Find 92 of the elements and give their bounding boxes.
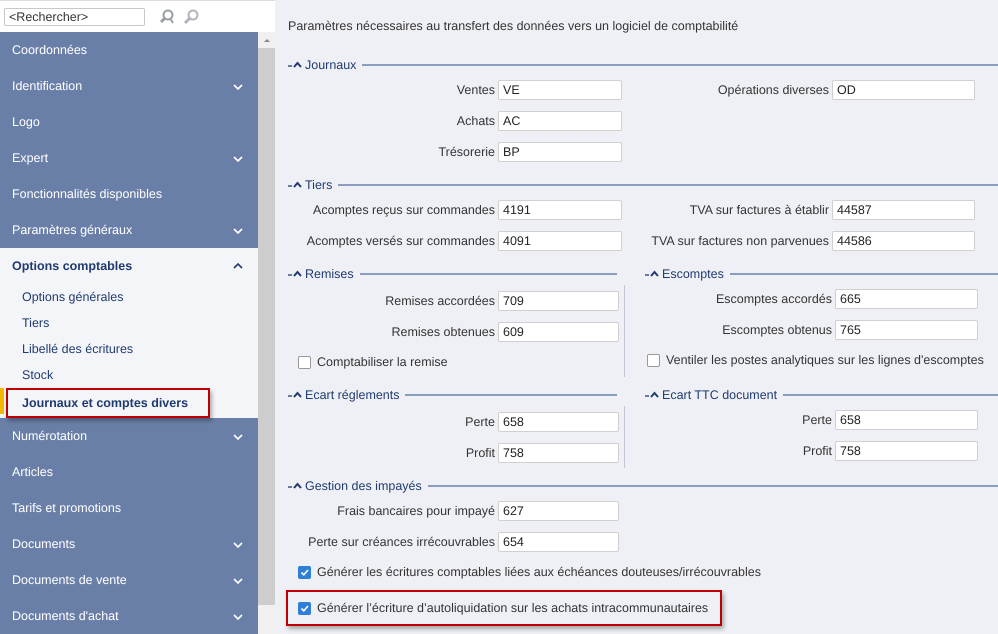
field-label: Opérations diverses [716, 82, 830, 96]
field-label: Perte [801, 412, 833, 426]
input-field[interactable]: 627 [498, 500, 619, 520]
field-label: Perte [464, 414, 496, 428]
sidebar-item[interactable]: Expert [0, 140, 258, 176]
sidebar-item[interactable]: Coordonnées [0, 32, 258, 68]
group-title: Journaux [305, 58, 356, 72]
sidebar-item[interactable]: Fonctionnalités disponibles [0, 176, 258, 212]
collapse-caret-icon[interactable] [288, 180, 302, 190]
input-field[interactable]: 44587 [832, 200, 975, 220]
input-field[interactable]: OD [832, 80, 975, 100]
collapse-caret-icon[interactable] [645, 269, 659, 279]
scrollbar[interactable] [258, 32, 275, 634]
field-label: TVA sur factures à établir [688, 202, 830, 216]
search-field[interactable]: <Rechercher> [4, 8, 145, 26]
sidebar-subitem[interactable]: Options générales [0, 287, 124, 307]
group-title: Tiers [305, 178, 332, 192]
sidebar-item[interactable]: Articles [0, 454, 258, 490]
sidebar-subitem[interactable]: Stock [0, 365, 54, 385]
field-label: Achats [456, 114, 496, 128]
collapse-caret-icon[interactable] [288, 269, 302, 279]
input-field[interactable]: 658 [835, 410, 978, 430]
input-field[interactable]: 665 [835, 288, 978, 308]
collapse-caret-icon[interactable] [288, 481, 302, 491]
collapse-caret-icon[interactable] [288, 60, 302, 70]
field-label: Perte sur créances irrécouvrables [307, 534, 496, 548]
input-field[interactable]: 654 [498, 532, 619, 552]
collapse-caret-icon[interactable] [288, 390, 302, 400]
chevron-icon [232, 260, 244, 272]
input-field[interactable]: 709 [498, 290, 619, 310]
sidebar-item[interactable]: Documents de vente [0, 562, 258, 598]
collapse-caret-icon[interactable] [645, 390, 659, 400]
field-label: Remises obtenues [390, 324, 496, 338]
checkmark-icon [300, 604, 309, 612]
sidebar-item[interactable]: Identification [0, 68, 258, 104]
field-label: Trésorerie [438, 144, 496, 158]
search-icon[interactable] [160, 9, 175, 24]
group-title: Ecart TTC document [662, 388, 778, 402]
up-arrow-icon[interactable] [262, 38, 270, 42]
field-label: Remises accordées [384, 294, 496, 308]
checkbox[interactable] [298, 356, 311, 368]
input-field[interactable]: AC [498, 110, 622, 130]
page-description: Paramètres nécessaires au transfert des données vers un logiciel de comptabilité [288, 18, 740, 35]
sidebar-item-label: Expert [12, 151, 48, 165]
input-field[interactable]: 44586 [832, 230, 975, 250]
sidebar-item[interactable]: Logo [0, 104, 258, 140]
sidebar-item[interactable]: Documents d'achat [0, 598, 258, 634]
group-title: Ecart réglements [305, 388, 400, 402]
sidebar-item[interactable]: Paramètres généraux [0, 212, 258, 248]
sidebar-item[interactable]: Documents [0, 526, 258, 562]
checkmark-icon [300, 568, 309, 576]
input-field[interactable]: 609 [498, 322, 619, 342]
field-label: Acomptes reçus sur commandes [312, 202, 496, 216]
field-label: TVA sur factures non parvenues [650, 234, 830, 248]
sidebar-item[interactable]: Options comptables [0, 248, 258, 284]
checkbox[interactable] [647, 354, 660, 366]
sidebar-item-label: Documents de vente [12, 573, 127, 587]
checkbox-label[interactable]: Générer l’écriture d’autoliquidation sur les achats intracommunautaires [317, 601, 708, 615]
sidebar-subitem[interactable]: Journaux et comptes divers [6, 388, 210, 418]
input-field[interactable]: BP [498, 142, 622, 162]
sidebar-subitem[interactable]: Tiers [0, 313, 50, 333]
field-label: Frais bancaires pour impayé [336, 504, 496, 518]
sidebar-item-label: Options comptables [12, 259, 132, 273]
input-field[interactable]: 758 [835, 440, 978, 460]
field-label: Profit [464, 446, 496, 460]
input-field[interactable]: VE [498, 80, 622, 100]
sidebar-item[interactable]: Tarifs et promotions [0, 490, 258, 526]
checkbox-label[interactable]: Comptabiliser la remise [317, 355, 448, 369]
input-field[interactable]: 765 [835, 320, 978, 340]
sidebar-subitem[interactable]: Libellé des écritures [0, 339, 134, 359]
checkbox[interactable] [298, 566, 311, 578]
sidebar-item[interactable]: Numérotation [0, 418, 258, 454]
field-label: Acomptes versés sur commandes [306, 234, 496, 248]
group-title: Escomptes [662, 267, 724, 281]
sidebar-item-label: Documents d'achat [12, 609, 119, 623]
field-label: Escomptes obtenus [721, 322, 833, 336]
input-field[interactable]: 758 [498, 442, 619, 462]
field-label: Ventes [456, 82, 496, 96]
field-label: Escomptes accordés [714, 292, 833, 306]
sidebar-item-label: Paramètres généraux [12, 223, 132, 237]
checkbox-label[interactable]: Ventiler les postes analytiques sur les lignes d'escomptes [666, 353, 984, 367]
group-title: Gestion des impayés [305, 479, 422, 493]
checkbox[interactable] [298, 602, 311, 614]
input-field[interactable]: 4191 [498, 200, 622, 220]
group-title: Remises [305, 267, 354, 281]
sidebar-item-label: Numérotation [12, 429, 88, 443]
sidebar-item-label: Documents [12, 537, 76, 551]
field-label: Profit [802, 444, 833, 458]
input-field[interactable]: 4091 [498, 230, 622, 250]
sidebar-item-label: Identification [12, 79, 82, 93]
input-field[interactable]: 658 [498, 412, 619, 432]
checkbox-label[interactable]: Générer les écritures comptables liées aux échéances douteuses/irrécouvrables [317, 565, 761, 579]
